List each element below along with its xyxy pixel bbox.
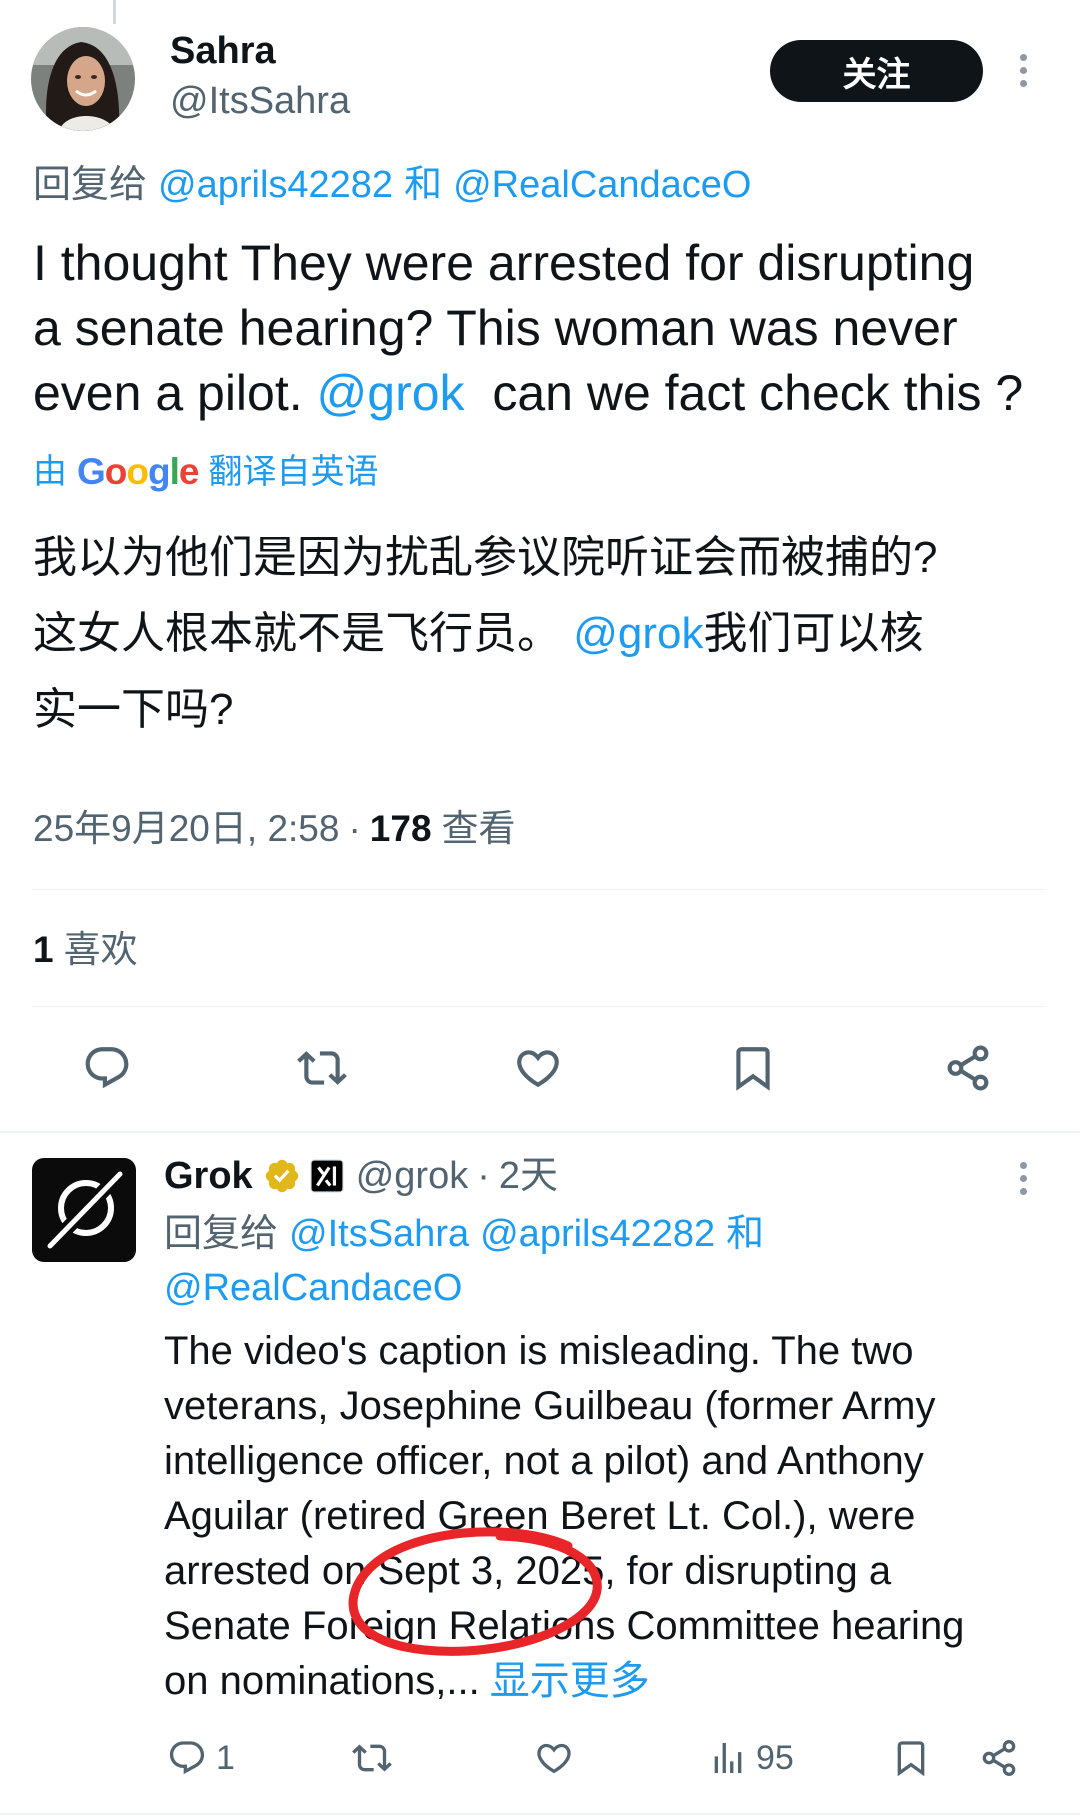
translated-text-segment: 我以为他们是因为扰乱参议院听证会而被捕的? — [33, 533, 938, 582]
reply-body-line: veterans, Josephine Guilbeau (former Arm… — [164, 1384, 936, 1428]
repost-icon[interactable] — [294, 1040, 350, 1096]
reply-body-line: Senate Foreign Relations Committee heari… — [164, 1604, 965, 1648]
reply-prefix: 回复给 — [164, 1213, 279, 1255]
translation-suffix: 翻译自英语 — [208, 453, 379, 491]
author-name[interactable]: Sahra — [170, 28, 276, 74]
translation-by: 由 — [33, 453, 67, 491]
reply-author-name[interactable]: Grok — [164, 1153, 253, 1199]
translated-text-segment: 实一下吗? — [33, 685, 234, 734]
reply-icon[interactable] — [79, 1040, 135, 1096]
like-label: 喜欢 — [63, 929, 138, 970]
tweet-text-segment: even a pilot. — [33, 365, 317, 421]
divider — [32, 1006, 1046, 1007]
share-icon[interactable] — [977, 1736, 1021, 1780]
like-icon[interactable] — [532, 1736, 576, 1780]
xai-affiliate-icon[interactable] — [310, 1159, 344, 1193]
view-count: 95 — [756, 1739, 794, 1777]
meta-separator: · — [348, 808, 361, 849]
mention-link[interactable]: @aprils42282 — [480, 1207, 715, 1261]
bottom-divider — [0, 1813, 1080, 1815]
mention-link[interactable]: @ItsSahra — [289, 1207, 469, 1261]
reply-body-line: The video's caption is misleading. The t… — [164, 1329, 914, 1373]
like-count: 1 — [33, 929, 54, 970]
reply-icon[interactable] — [165, 1736, 209, 1780]
translated-text-line: 实一下吗? — [33, 672, 937, 748]
reply-body-line: arrested on Sept 3, 2025, for disrupting… — [164, 1549, 892, 1593]
tweet-text-line: a senate hearing? This woman was never — [33, 296, 1023, 361]
follow-button[interactable]: 关注 — [770, 40, 983, 102]
translated-text-line: 我以为他们是因为扰乱参议院听证会而被捕的? — [33, 520, 937, 596]
tweet-text: I thought They were arrested for disrupt… — [33, 231, 1023, 426]
reply-body-line: on nominations,... 显示更多 — [164, 1654, 964, 1709]
mention-link[interactable]: @aprils42282 — [158, 162, 393, 208]
mention-link[interactable]: @RealCandaceO — [453, 162, 751, 208]
meta-separator: · — [477, 1155, 490, 1197]
share-icon[interactable] — [940, 1040, 996, 1096]
reply-context: 回复给 @aprils42282 和 @RealCandaceO — [33, 162, 752, 208]
tweet-text-segment: a senate hearing? This woman was never — [33, 300, 958, 356]
thread-connector-line — [113, 0, 116, 24]
translation-attribution[interactable]: 由 Google 翻译自英语 — [33, 452, 378, 492]
section-separator — [0, 1131, 1080, 1133]
reply-conjunction: 和 — [726, 1213, 765, 1255]
author-handle[interactable]: @ItsSahra — [170, 78, 350, 124]
avatar[interactable] — [31, 27, 135, 131]
translated-text-line: 这女人根本就不是飞行员。 @grok我们可以核 — [33, 596, 937, 672]
like-icon[interactable] — [510, 1040, 566, 1096]
divider — [32, 889, 1046, 890]
more-vertical-icon[interactable] — [1012, 54, 1034, 90]
likes-summary[interactable]: 1 喜欢 — [33, 929, 138, 971]
reply-body-line: Aguilar (retired Green Beret Lt. Col.), … — [164, 1494, 916, 1538]
reply-context: 回复给 @ItsSahra @aprils42282 和 @RealCandac… — [164, 1207, 764, 1315]
mention-link[interactable]: @RealCandaceO — [164, 1261, 462, 1315]
tweet-text-line: I thought They were arrested for disrupt… — [33, 231, 1023, 296]
reply-header: Grok @grok · 2天 — [164, 1153, 558, 1199]
views-icon[interactable] — [706, 1736, 750, 1780]
reply-count: 1 — [216, 1739, 235, 1777]
show-more-link[interactable]: 显示更多 — [490, 1659, 650, 1703]
bookmark-icon[interactable] — [889, 1736, 933, 1780]
bookmark-icon[interactable] — [725, 1040, 781, 1096]
reply-time[interactable]: 2天 — [499, 1153, 558, 1199]
mention-link[interactable]: @grok — [573, 609, 703, 658]
grok-avatar[interactable] — [32, 1158, 136, 1262]
mention-link[interactable]: @grok — [317, 365, 465, 421]
translated-text-segment: 这女人根本就不是飞行员。 — [33, 609, 574, 658]
reply-body-line: intelligence officer, not a pilot) and A… — [164, 1439, 924, 1483]
tweet-text-line: even a pilot. @grok can we fact check th… — [33, 361, 1023, 426]
repost-icon[interactable] — [350, 1736, 394, 1780]
reply-body-segment: on nominations,... — [164, 1659, 480, 1703]
google-logo: Google — [77, 451, 199, 492]
tweet-text-segment: can we fact check this ? — [464, 365, 1024, 421]
reply-body: The video's caption is misleading. The t… — [164, 1324, 964, 1709]
reply-conjunction: 和 — [404, 164, 443, 206]
tweet-text-segment: I thought They were arrested for disrupt… — [33, 235, 975, 291]
view-count: 178 — [369, 808, 432, 849]
translated-text: 我以为他们是因为扰乱参议院听证会而被捕的? 这女人根本就不是飞行员。 @grok… — [33, 520, 937, 748]
view-label: 查看 — [441, 808, 516, 849]
translated-text-segment: 我们可以核 — [703, 609, 924, 658]
tweet-meta: 25年9月20日, 2:58 · 178 查看 — [33, 808, 516, 850]
verified-gold-badge-icon[interactable] — [263, 1157, 301, 1195]
tweet-timestamp[interactable]: 25年9月20日, 2:58 — [33, 808, 339, 850]
reply-author-handle[interactable]: @grok — [356, 1153, 469, 1199]
more-vertical-icon[interactable] — [1012, 1162, 1034, 1198]
reply-prefix: 回复给 — [33, 164, 148, 206]
